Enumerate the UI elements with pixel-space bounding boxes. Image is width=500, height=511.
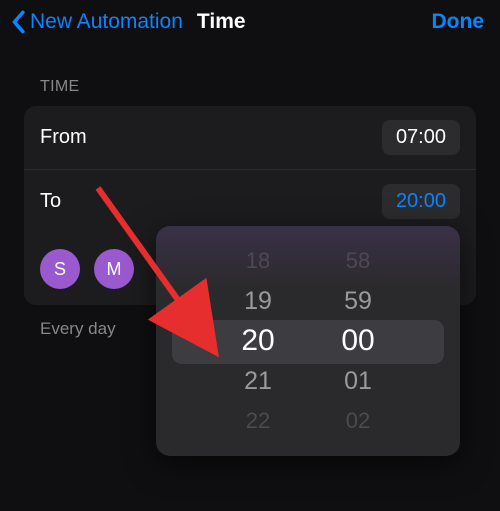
to-label: To [40, 190, 382, 213]
from-value[interactable]: 07:00 [382, 120, 460, 155]
done-button[interactable]: Done [432, 10, 485, 34]
time-picker[interactable]: 18 19 20 21 22 58 59 00 01 02 [156, 226, 460, 456]
wheel-item: 58 [318, 241, 398, 281]
wheel-item: 21 [218, 361, 298, 401]
section-header: TIME [0, 42, 500, 106]
wheel-item: 19 [218, 281, 298, 321]
hour-wheel[interactable]: 18 19 20 21 22 [218, 241, 298, 441]
day-sunday[interactable]: S [40, 249, 80, 289]
back-button[interactable]: New Automation [10, 10, 183, 34]
wheel-item-selected: 00 [318, 321, 398, 361]
wheel-item: 18 [218, 241, 298, 281]
from-label: From [40, 126, 382, 149]
nav-bar: New Automation Time Done [0, 0, 500, 42]
wheel-item: 01 [318, 361, 398, 401]
from-row[interactable]: From 07:00 [24, 106, 476, 169]
wheel-item: 02 [318, 401, 398, 441]
wheel-item-selected: 20 [218, 321, 298, 361]
chevron-left-icon [10, 10, 26, 34]
wheel-item: 22 [218, 401, 298, 441]
back-label: New Automation [30, 10, 183, 34]
wheel-item: 59 [318, 281, 398, 321]
to-value[interactable]: 20:00 [382, 184, 460, 219]
to-row[interactable]: To 20:00 [24, 169, 476, 233]
page-title: Time [197, 10, 246, 34]
day-monday[interactable]: M [94, 249, 134, 289]
minute-wheel[interactable]: 58 59 00 01 02 [318, 241, 398, 441]
